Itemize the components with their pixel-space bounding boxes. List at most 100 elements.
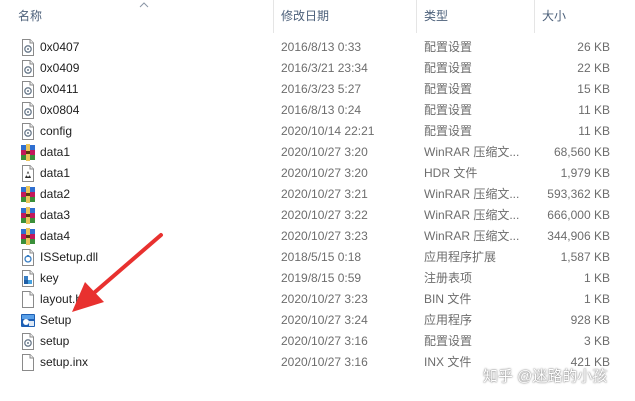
file-type: 配置设置 <box>424 103 473 117</box>
file-type: BIN 文件 <box>424 292 472 306</box>
file-row[interactable]: Setup 2020/10/27 3:24 应用程序 928 KB <box>0 310 635 331</box>
file-name[interactable]: setup <box>40 331 69 352</box>
file-date: 2016/8/13 0:24 <box>281 103 362 117</box>
file-date: 2020/10/27 3:23 <box>281 229 368 243</box>
file-name[interactable]: 0x0409 <box>40 58 79 79</box>
file-type: WinRAR 压缩文... <box>424 145 520 159</box>
file-type: 配置设置 <box>424 61 473 75</box>
file-name[interactable]: 0x0804 <box>40 100 79 121</box>
file-size: 15 KB <box>577 82 610 96</box>
file-date: 2020/10/27 3:16 <box>281 355 368 369</box>
file-date: 2020/10/14 22:21 <box>281 124 375 138</box>
file-row[interactable]: ISSetup.dll 2018/5/15 0:18 应用程序扩展 1,587 KB <box>0 247 635 268</box>
file-type: 应用程序扩展 <box>424 250 497 264</box>
file-name[interactable]: config <box>40 121 72 142</box>
file-row[interactable]: 0x0804 2016/8/13 0:24 配置设置 11 KB <box>0 100 635 121</box>
file-type: 配置设置 <box>424 40 473 54</box>
file-date: 2020/10/27 3:20 <box>281 145 368 159</box>
sort-ascending-icon <box>139 2 149 8</box>
file-date: 2020/10/27 3:21 <box>281 187 368 201</box>
winrar-archive-icon <box>20 144 36 161</box>
file-name[interactable]: ISSetup.dll <box>40 247 98 268</box>
file-name[interactable]: setup.inx <box>40 352 88 373</box>
file-date: 2019/8/15 0:59 <box>281 271 362 285</box>
file-size: 344,906 KB <box>547 229 610 243</box>
setup-exe-icon <box>20 312 36 329</box>
file-size: 11 KB <box>578 124 610 138</box>
file-list: 0x0407 2016/8/13 0:33 配置设置 26 KB 0x0409 2016/… <box>0 37 635 373</box>
file-size: 1,979 KB <box>560 166 610 180</box>
file-size: 1,587 KB <box>560 250 610 264</box>
file-type: HDR 文件 <box>424 166 478 180</box>
file-name[interactable]: data3 <box>40 205 70 226</box>
file-row[interactable]: config 2020/10/14 22:21 配置设置 11 KB <box>0 121 635 142</box>
settings-file-icon <box>20 60 36 77</box>
file-name[interactable]: Setup <box>40 310 71 331</box>
winrar-archive-icon <box>20 228 36 245</box>
file-size: 3 KB <box>583 334 610 348</box>
file-size: 22 KB <box>577 61 610 75</box>
file-date: 2016/3/21 23:34 <box>281 61 368 75</box>
file-name[interactable]: data2 <box>40 184 70 205</box>
file-type: WinRAR 压缩文... <box>424 187 520 201</box>
file-row[interactable]: data1 2020/10/27 3:20 HDR 文件 1,979 KB <box>0 163 635 184</box>
file-type: 配置设置 <box>424 82 473 96</box>
file-row[interactable]: 0x0407 2016/8/13 0:33 配置设置 26 KB <box>0 37 635 58</box>
column-header-bar: 名称 修改日期 类型 大小 <box>0 0 635 33</box>
file-type: 应用程序 <box>424 313 473 327</box>
file-name[interactable]: data4 <box>40 226 70 247</box>
file-name[interactable]: 0x0411 <box>40 79 78 100</box>
file-type: 配置设置 <box>424 124 473 138</box>
file-row[interactable]: data2 2020/10/27 3:21 WinRAR 压缩文... 593,362… <box>0 184 635 205</box>
file-name[interactable]: layout.b <box>40 289 82 310</box>
column-header-date[interactable]: 修改日期 <box>273 0 416 33</box>
file-date: 2020/10/27 3:22 <box>281 208 368 222</box>
winrar-archive-icon <box>20 186 36 203</box>
file-size: 1 KB <box>583 292 610 306</box>
settings-file-icon <box>20 81 36 98</box>
file-date: 2016/8/13 0:33 <box>281 40 362 54</box>
file-type: WinRAR 压缩文... <box>424 229 520 243</box>
settings-file-icon <box>20 39 36 56</box>
file-date: 2020/10/27 3:24 <box>281 313 368 327</box>
file-name[interactable]: data1 <box>40 142 70 163</box>
file-size: 593,362 KB <box>547 187 610 201</box>
file-size: 26 KB <box>577 40 610 54</box>
file-size: 68,560 KB <box>553 145 610 159</box>
file-row[interactable]: 0x0409 2016/3/21 23:34 配置设置 22 KB <box>0 58 635 79</box>
file-type: 配置设置 <box>424 334 473 348</box>
file-size: 928 KB <box>570 313 610 327</box>
file-date: 2018/5/15 0:18 <box>281 250 362 264</box>
file-name[interactable]: key <box>40 268 59 289</box>
file-row[interactable]: data1 2020/10/27 3:20 WinRAR 压缩文... 68,560 … <box>0 142 635 163</box>
file-type: WinRAR 压缩文... <box>424 208 520 222</box>
winrar-archive-icon <box>20 207 36 224</box>
file-date: 2020/10/27 3:23 <box>281 292 368 306</box>
column-header-size[interactable]: 大小 <box>534 0 635 33</box>
file-row[interactable]: setup 2020/10/27 3:16 配置设置 3 KB <box>0 331 635 352</box>
settings-file-icon <box>20 102 36 119</box>
file-row[interactable]: key 2019/8/15 0:59 注册表项 1 KB <box>0 268 635 289</box>
hdr-file-icon <box>20 165 36 182</box>
blank-file-icon <box>20 354 36 371</box>
file-date: 2016/3/23 5:27 <box>281 82 362 96</box>
file-row[interactable]: layout.b 2020/10/27 3:23 BIN 文件 1 KB <box>0 289 635 310</box>
registry-file-icon <box>20 270 36 287</box>
file-type: INX 文件 <box>424 355 472 369</box>
blank-file-icon <box>20 291 36 308</box>
file-date: 2020/10/27 3:20 <box>281 166 368 180</box>
file-name[interactable]: data1 <box>40 163 70 184</box>
column-header-type[interactable]: 类型 <box>416 0 534 33</box>
file-row[interactable]: data4 2020/10/27 3:23 WinRAR 压缩文... 344,906… <box>0 226 635 247</box>
file-row[interactable]: 0x0411 2016/3/23 5:27 配置设置 15 KB <box>0 79 635 100</box>
file-size: 1 KB <box>583 271 610 285</box>
settings-file-icon <box>20 333 36 350</box>
file-type: 注册表项 <box>424 271 473 285</box>
file-name[interactable]: 0x0407 <box>40 37 79 58</box>
file-size: 666,000 KB <box>547 208 610 222</box>
file-size: 11 KB <box>578 103 610 117</box>
watermark: 知乎 @迷路的小孩 <box>483 368 608 385</box>
file-row[interactable]: data3 2020/10/27 3:22 WinRAR 压缩文... 666,000… <box>0 205 635 226</box>
file-date: 2020/10/27 3:16 <box>281 334 368 348</box>
settings-file-icon <box>20 123 36 140</box>
